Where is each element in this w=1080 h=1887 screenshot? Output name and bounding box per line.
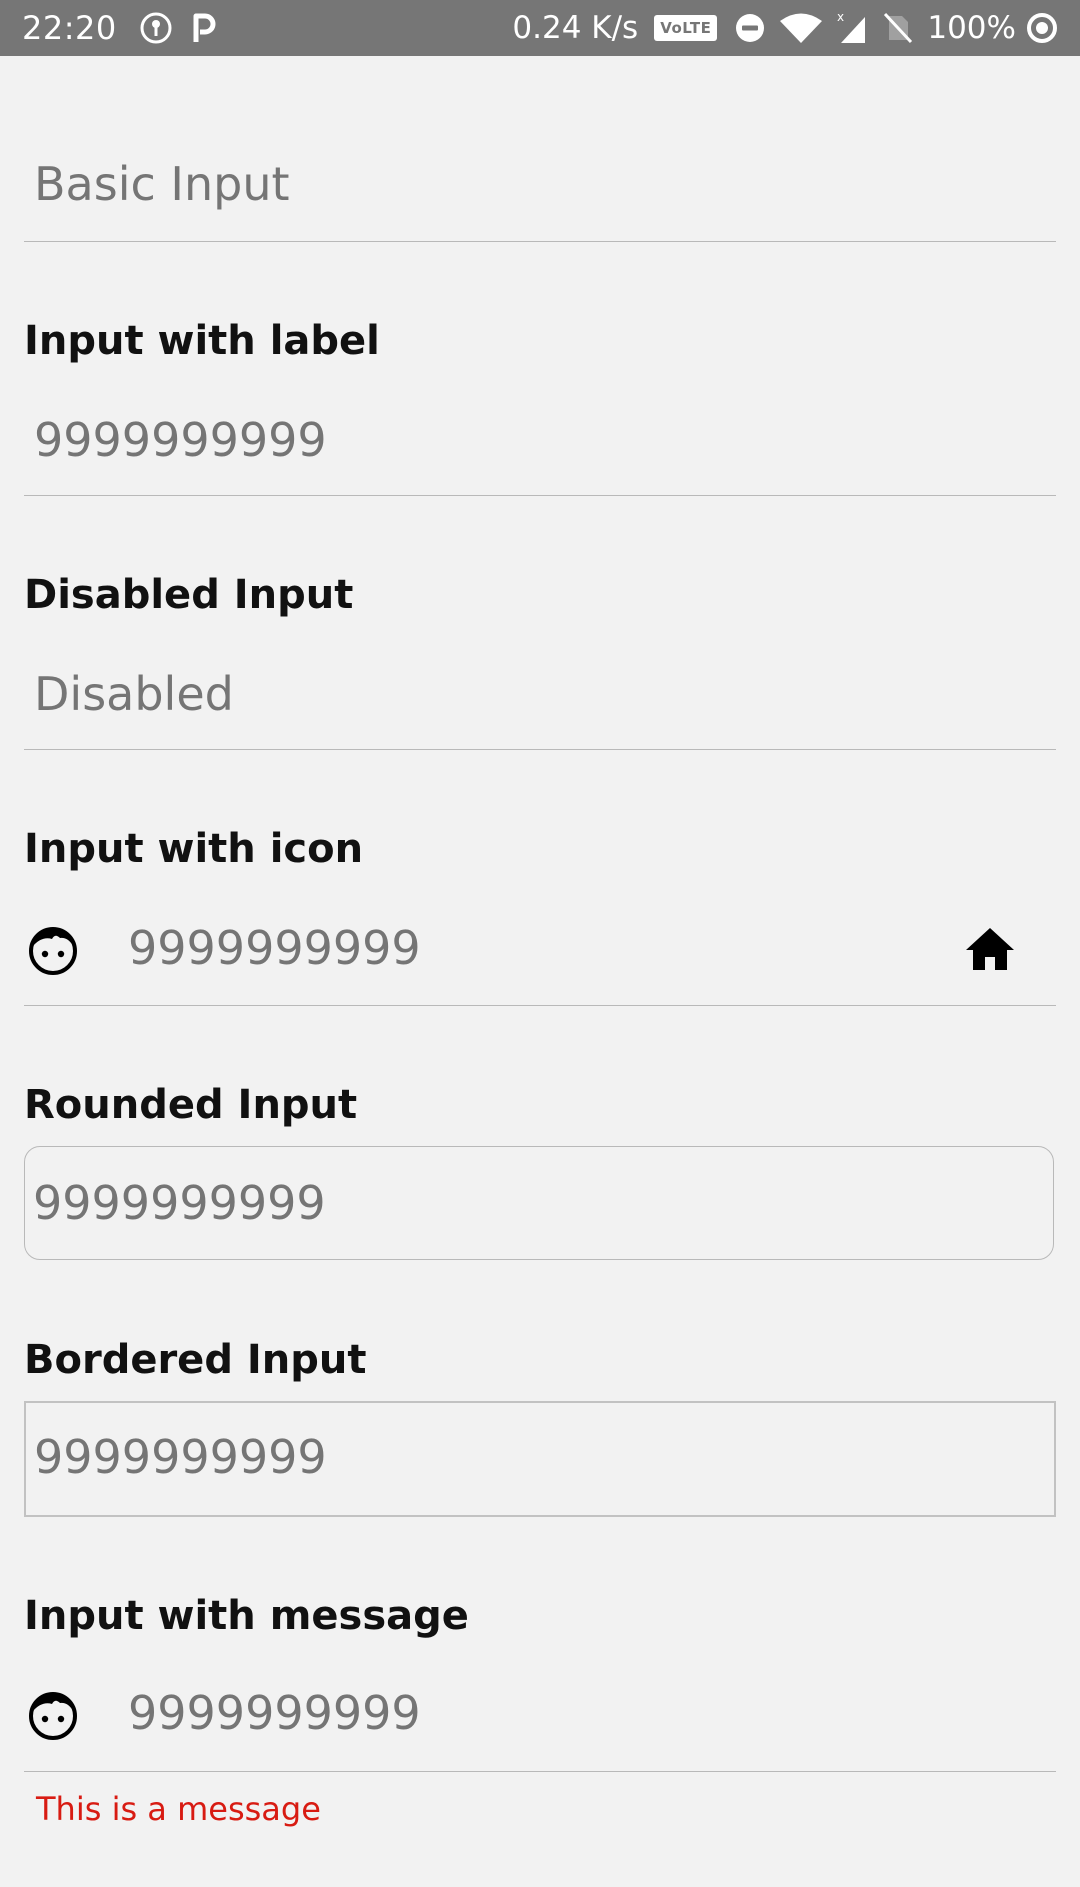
- input-with-message-section: Input with message This is a message: [24, 1593, 1056, 1833]
- basic-input[interactable]: [34, 154, 1034, 214]
- input-with-icon-section: Input with icon: [24, 826, 1056, 1008]
- wifi-icon: [779, 12, 823, 44]
- face-icon: [28, 1689, 78, 1741]
- face-icon: [28, 924, 78, 976]
- bordered-input-box[interactable]: [24, 1401, 1056, 1517]
- disabled-input-field: [34, 664, 1034, 724]
- input-with-label-section: Input with label: [24, 318, 1056, 498]
- battery-level: 100%: [927, 10, 1016, 46]
- rounded-input-section: Rounded Input: [24, 1082, 1056, 1264]
- signal-icon: x: [837, 11, 869, 45]
- input-with-label-field[interactable]: [34, 410, 1034, 470]
- dnd-icon: [735, 13, 765, 43]
- volte-badge: VoLTE: [654, 15, 718, 41]
- rounded-input-box[interactable]: [24, 1146, 1054, 1260]
- input-with-message-underline: [24, 1771, 1056, 1772]
- disabled-input-section: Disabled Input: [24, 572, 1056, 752]
- disabled-input-underline: [24, 749, 1056, 750]
- home-icon[interactable]: [964, 924, 1016, 974]
- svg-text:x: x: [837, 11, 844, 24]
- input-with-message-label: Input with message: [24, 1593, 469, 1639]
- disabled-input-label: Disabled Input: [24, 572, 354, 618]
- location-icon: [139, 11, 173, 45]
- network-speed: 0.24 K/s: [512, 10, 639, 46]
- input-with-label-label: Input with label: [24, 318, 380, 364]
- status-time: 22:20: [22, 9, 117, 47]
- input-with-message-field[interactable]: [128, 1683, 1028, 1743]
- parking-icon: [191, 12, 217, 44]
- bordered-input-field[interactable]: [34, 1427, 1034, 1487]
- basic-input-underline: [24, 241, 1056, 242]
- sync-icon: [1026, 12, 1058, 44]
- rounded-input-label: Rounded Input: [24, 1082, 358, 1128]
- status-bar-left: 22:20: [22, 9, 235, 47]
- input-message-text: This is a message: [36, 1790, 321, 1828]
- status-bar-right: 0.24 K/s VoLTE x 100%: [512, 10, 1058, 46]
- bordered-input-label: Bordered Input: [24, 1337, 367, 1383]
- bordered-input-section: Bordered Input: [24, 1337, 1056, 1521]
- basic-input-section: [24, 150, 1056, 244]
- no-sim-icon: [883, 12, 913, 44]
- input-with-icon-label: Input with icon: [24, 826, 364, 872]
- input-with-icon-field[interactable]: [128, 918, 948, 978]
- status-bar: 22:20 0.24 K/s VoLTE x 100%: [0, 0, 1080, 56]
- input-with-icon-underline: [24, 1005, 1056, 1006]
- rounded-input-field[interactable]: [33, 1173, 1033, 1233]
- input-with-label-underline: [24, 495, 1056, 496]
